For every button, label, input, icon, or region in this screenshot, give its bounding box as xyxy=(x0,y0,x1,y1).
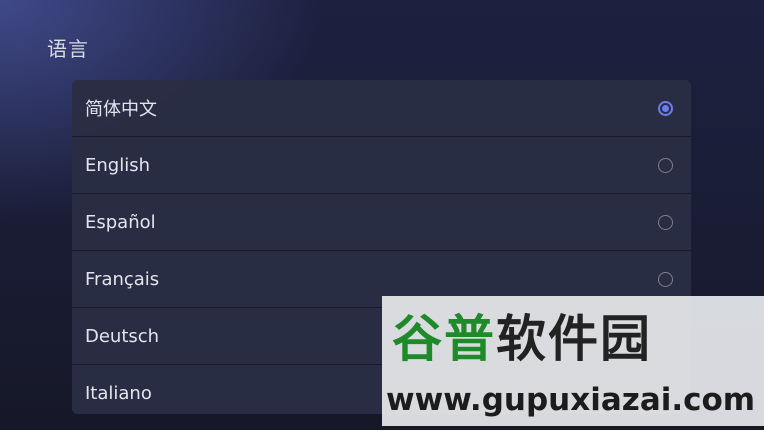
language-label: English xyxy=(85,154,150,176)
radio-selected-icon[interactable] xyxy=(658,100,673,116)
watermark-logo: 谷普软件园 xyxy=(392,314,652,364)
watermark-logo-green: 谷普 xyxy=(392,310,496,368)
watermark: 谷普软件园 www.gupuxiazai.com xyxy=(382,296,764,426)
language-option-espanol[interactable]: Español xyxy=(72,194,691,251)
watermark-logo-dark: 软件园 xyxy=(496,310,652,368)
radio-unselected-icon[interactable] xyxy=(658,214,673,230)
language-option-zh-cn[interactable]: 简体中文 xyxy=(72,80,691,137)
section-title: 语言 xyxy=(47,37,89,61)
language-label: Français xyxy=(85,268,160,290)
radio-unselected-icon[interactable] xyxy=(658,157,673,173)
language-label: Italiano xyxy=(85,382,152,404)
language-label: Español xyxy=(85,211,156,233)
radio-unselected-icon[interactable] xyxy=(658,271,673,287)
watermark-url: www.gupuxiazai.com xyxy=(386,382,756,418)
language-label: 简体中文 xyxy=(85,99,157,120)
language-option-english[interactable]: English xyxy=(72,137,691,194)
language-label: Deutsch xyxy=(85,325,160,347)
